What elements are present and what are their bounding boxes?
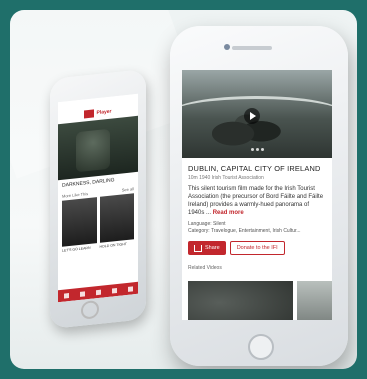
film-attributes: Language: Silent Category: Travelogue, E… — [188, 221, 326, 235]
camera-icon — [224, 44, 230, 50]
film-description: This silent tourism film made for the Ir… — [188, 185, 326, 217]
speaker-grille — [232, 46, 272, 50]
carousel-dot — [260, 148, 264, 151]
carousel-dot — [250, 148, 254, 151]
read-more-link[interactable]: Read more — [213, 210, 244, 216]
share-label: Share — [205, 245, 220, 252]
video-player[interactable] — [182, 70, 332, 158]
hero-video-thumbnail[interactable] — [58, 115, 138, 181]
play-icon[interactable] — [244, 108, 260, 124]
more-tab-icon[interactable] — [127, 285, 133, 292]
related-video-thumbnail[interactable] — [188, 281, 293, 320]
description-text: This silent tourism film made for the Ir… — [188, 186, 324, 217]
related-videos-label: Related Videos — [188, 265, 222, 272]
see-all-link[interactable]: See all — [122, 186, 134, 192]
film-details: DUBLIN, CAPITAL CITY OF IRELAND 10m 1940… — [182, 158, 332, 275]
ifi-logo-icon — [84, 109, 95, 119]
search-tab-icon[interactable] — [95, 289, 101, 295]
category-label: Category: Travelogue, Entertainment, Iri… — [188, 228, 301, 235]
home-button[interactable] — [248, 334, 274, 360]
back-phone-screen: Player DARKNESS, DARLING More Like This … — [58, 93, 138, 303]
share-button[interactable]: Share — [188, 241, 226, 256]
promo-frame: Player DARKNESS, DARLING More Like This … — [10, 10, 357, 369]
front-phone: DUBLIN, CAPITAL CITY OF IRELAND 10m 1940… — [170, 26, 348, 366]
carousel-dots — [182, 138, 332, 156]
saved-tab-icon[interactable] — [111, 287, 117, 294]
bottom-nav — [58, 281, 138, 303]
carousel-dot — [255, 148, 259, 151]
thumbnail-caption: HOLD ON TIGHT — [99, 241, 127, 249]
related-videos-row — [182, 281, 332, 320]
language-label: Language: Silent — [188, 221, 226, 228]
donate-button[interactable]: Donate to the IFI — [229, 241, 285, 256]
film-meta: 10m 1940 Irish Tourist Association — [188, 175, 264, 181]
home-button[interactable] — [81, 299, 99, 320]
browse-tab-icon[interactable] — [79, 290, 85, 297]
action-buttons: Share Donate to the IFI — [188, 241, 326, 256]
share-icon — [194, 244, 202, 252]
app-title: Player — [96, 108, 112, 117]
home-tab-icon[interactable] — [63, 292, 69, 299]
related-video-thumbnail[interactable] — [297, 281, 332, 320]
thumbnail-caption: LET'S GO LEARN — [62, 245, 91, 253]
thumbnail-row — [58, 193, 138, 247]
video-thumbnail[interactable] — [99, 193, 134, 243]
front-phone-screen: DUBLIN, CAPITAL CITY OF IRELAND 10m 1940… — [182, 70, 332, 320]
film-title: DUBLIN, CAPITAL CITY OF IRELAND — [188, 164, 321, 173]
back-phone: Player DARKNESS, DARLING More Like This … — [50, 68, 146, 330]
video-thumbnail[interactable] — [62, 197, 97, 247]
